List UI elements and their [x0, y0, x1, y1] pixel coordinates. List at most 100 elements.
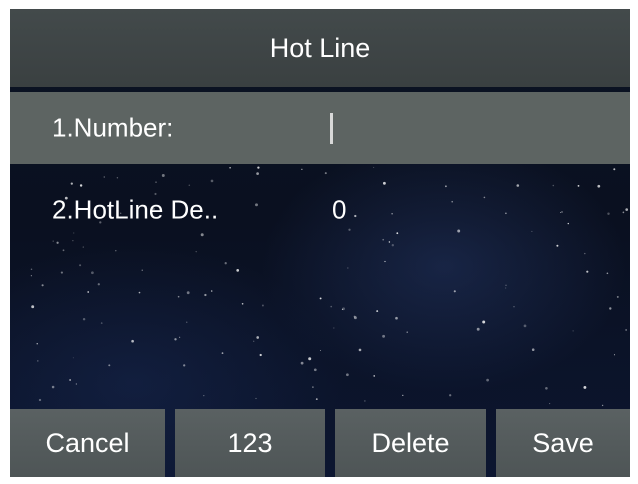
star: [373, 166, 375, 168]
save-softkey[interactable]: Save: [496, 409, 630, 477]
star: [406, 331, 408, 333]
star: [141, 269, 143, 271]
star: [131, 339, 134, 343]
star: [241, 302, 244, 305]
star: [613, 354, 616, 356]
field-row-hotline-delay[interactable]: 2.HotLine De.. 0: [10, 174, 630, 246]
star: [395, 316, 398, 320]
star: [229, 167, 231, 169]
title-bar: Hot Line: [10, 9, 630, 87]
star: [75, 383, 77, 385]
star: [138, 291, 141, 294]
save-softkey-label: Save: [532, 427, 594, 458]
star: [505, 284, 507, 287]
star: [259, 353, 262, 357]
delete-softkey-label: Delete: [371, 427, 450, 458]
star: [179, 336, 181, 338]
star: [82, 317, 86, 321]
field-label-hotline-delay: 2.HotLine De..: [52, 194, 219, 225]
star: [353, 315, 356, 318]
star: [583, 385, 587, 389]
star: [373, 375, 376, 377]
cancel-softkey[interactable]: Cancel: [10, 409, 165, 477]
star: [210, 290, 213, 292]
field-row-number[interactable]: 1.Number:: [10, 92, 630, 164]
star: [236, 269, 240, 272]
star: [183, 364, 186, 367]
star: [616, 295, 619, 298]
star: [79, 264, 82, 267]
star: [531, 348, 535, 351]
star: [253, 340, 255, 342]
star: [613, 168, 616, 171]
star: [62, 249, 65, 252]
star: [38, 398, 42, 402]
star: [51, 385, 55, 389]
star: [36, 343, 38, 345]
star: [601, 404, 604, 407]
star: [174, 338, 177, 341]
field-label-number: 1.Number:: [52, 112, 174, 143]
star: [255, 397, 257, 400]
star: [224, 262, 227, 265]
star: [315, 398, 318, 400]
star: [606, 272, 609, 275]
star: [30, 268, 33, 271]
star: [308, 357, 312, 361]
delete-softkey[interactable]: Delete: [335, 409, 486, 477]
star: [346, 373, 349, 377]
star: [41, 284, 44, 287]
star: [82, 246, 84, 248]
page-title: Hot Line: [269, 32, 371, 63]
star: [31, 305, 35, 309]
star: [453, 290, 456, 293]
star: [609, 307, 612, 310]
star: [203, 394, 205, 397]
star: [549, 403, 551, 405]
star: [115, 250, 117, 252]
star: [572, 330, 574, 332]
input-mode-softkey[interactable]: 123: [175, 409, 325, 477]
star: [177, 295, 180, 298]
star: [313, 368, 317, 372]
text-cursor: [330, 113, 333, 144]
star: [108, 364, 111, 367]
star: [91, 271, 94, 275]
star: [300, 361, 304, 365]
star: [100, 322, 103, 324]
star: [97, 283, 100, 286]
star: [60, 271, 63, 274]
star: [221, 352, 224, 354]
star: [257, 166, 260, 169]
star: [347, 267, 349, 269]
star: [625, 329, 627, 331]
star: [358, 348, 362, 352]
star: [342, 307, 345, 311]
star: [545, 387, 548, 390]
star: [341, 308, 344, 311]
star: [186, 291, 190, 295]
star: [72, 357, 74, 359]
star: [261, 304, 264, 307]
star: [586, 270, 589, 273]
star: [319, 297, 322, 300]
star: [312, 386, 314, 388]
star: [364, 400, 366, 402]
star: [204, 293, 207, 297]
star: [186, 321, 188, 323]
star: [353, 316, 357, 320]
star: [482, 320, 486, 324]
star: [256, 336, 260, 339]
cancel-softkey-label: Cancel: [45, 427, 130, 458]
star: [69, 379, 71, 381]
star: [523, 324, 527, 328]
star: [402, 394, 404, 397]
hotline-delay-value[interactable]: 0: [332, 195, 346, 226]
star: [505, 287, 507, 289]
star: [584, 252, 586, 255]
star: [382, 334, 386, 338]
star: [333, 327, 335, 329]
star: [376, 310, 379, 313]
star: [476, 327, 480, 331]
softkey-bar: Cancel 123 Delete Save: [10, 409, 630, 477]
